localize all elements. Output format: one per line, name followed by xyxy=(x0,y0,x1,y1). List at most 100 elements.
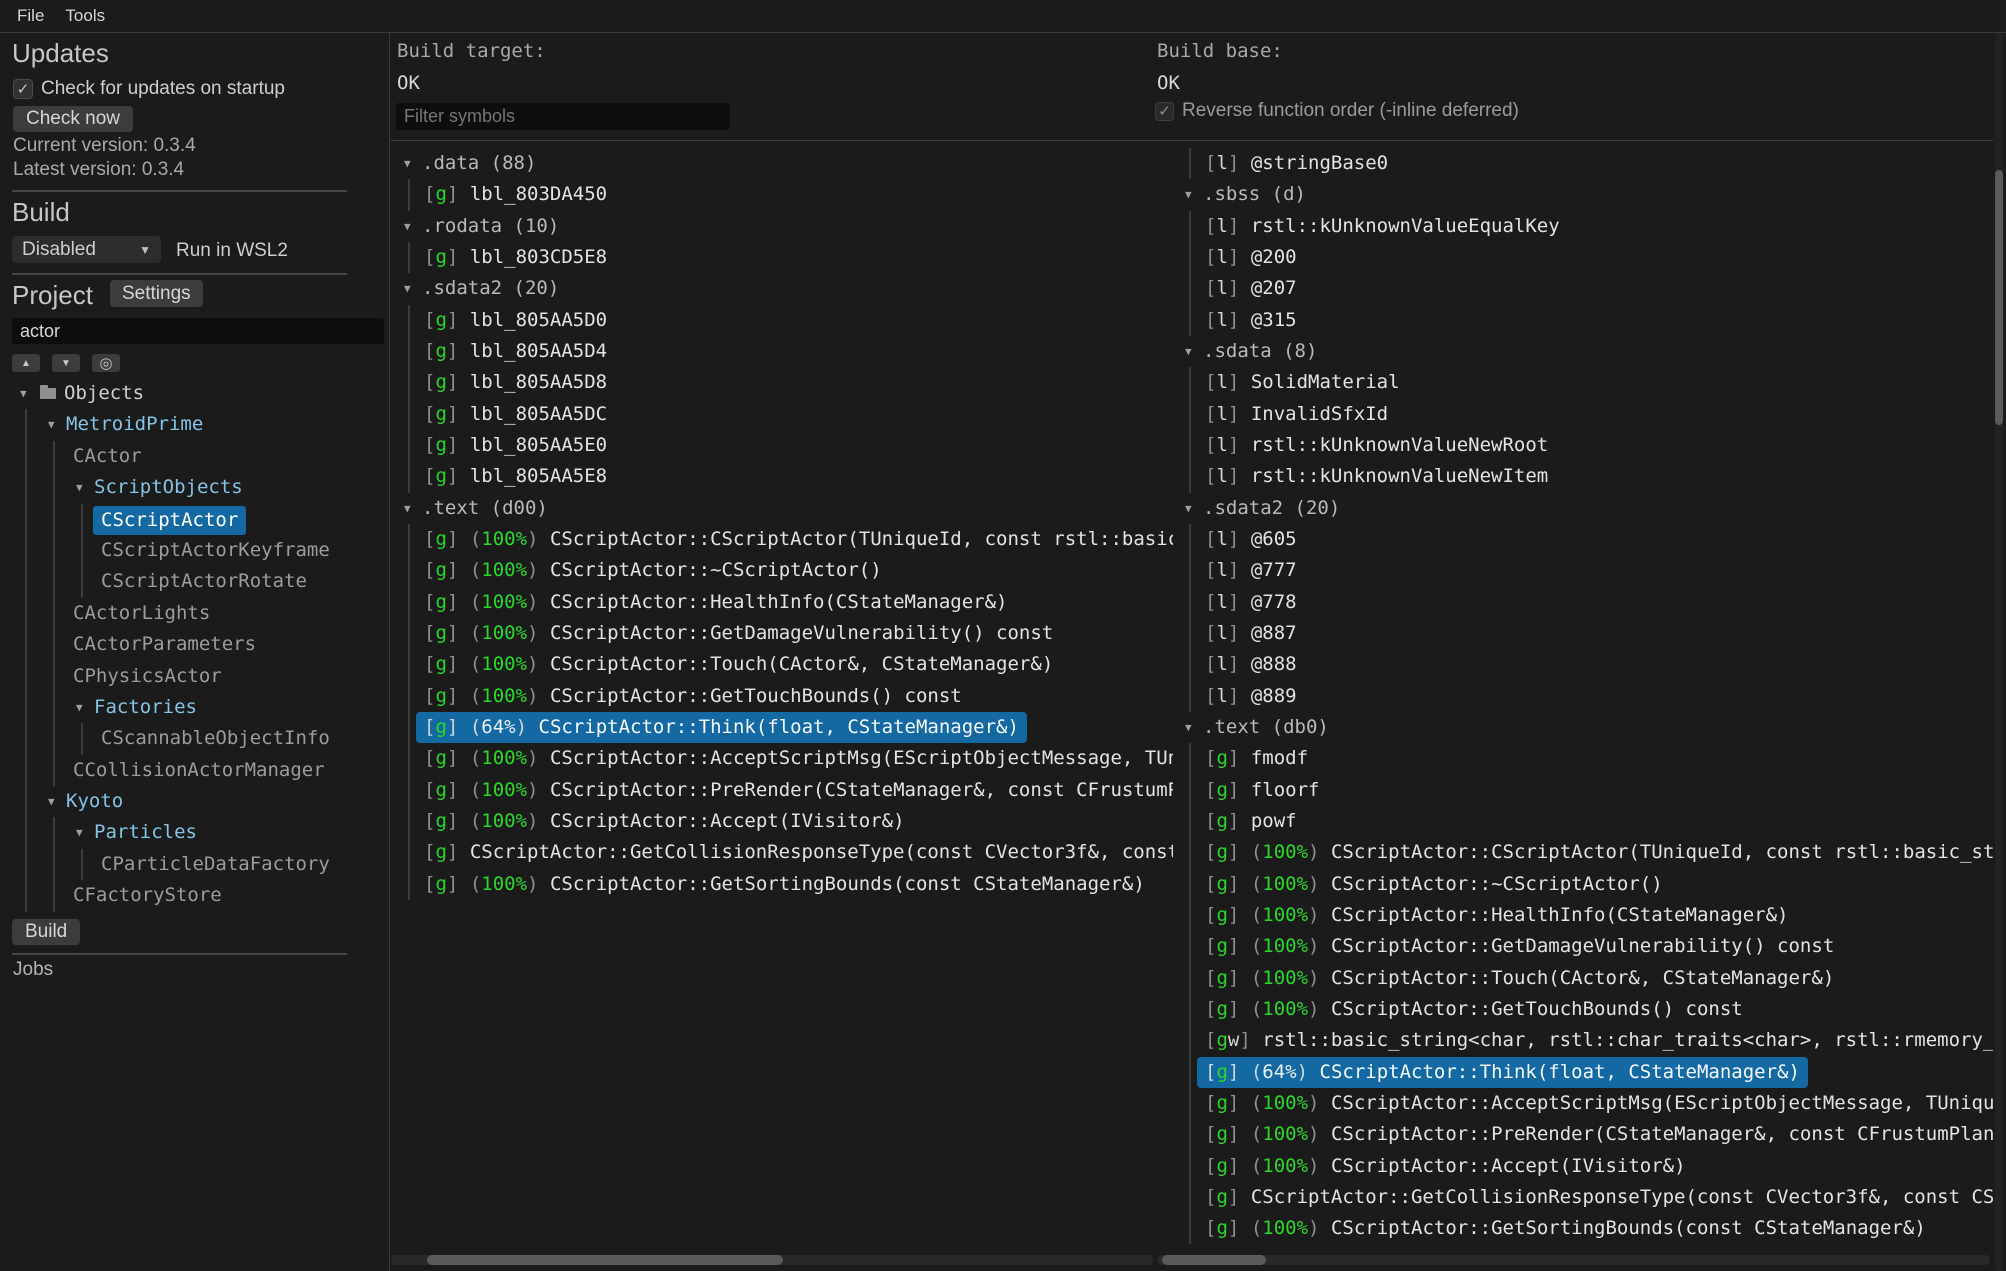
base-h-scrollbar-thumb[interactable] xyxy=(1162,1255,1266,1265)
symbol-row[interactable]: [g] (100%) CScriptActor::HealthInfo(CSta… xyxy=(1172,900,1993,931)
symbol-row[interactable]: [g] (100%) CScriptActor::GetTouchBounds(… xyxy=(1172,994,1993,1025)
symbol-row[interactable]: [g] fmodf xyxy=(1172,743,1993,774)
symbol-row[interactable]: [l] @stringBase0 xyxy=(1172,148,1993,179)
collapse-icon[interactable]: ▼ xyxy=(76,472,83,503)
symbol-row[interactable]: [g] (100%) CScriptActor::AcceptScriptMsg… xyxy=(1172,1088,1993,1119)
tree-row[interactable]: CScriptActorRotate xyxy=(0,566,390,597)
collapse-icon[interactable]: ▼ xyxy=(1185,712,1192,743)
symbol-row[interactable]: [g] (100%) CScriptActor::Accept(IVisitor… xyxy=(1172,1151,1993,1182)
collapse-icon[interactable]: ▼ xyxy=(404,273,411,304)
symbol-row[interactable]: [g] (100%) CScriptActor::HealthInfo(CSta… xyxy=(391,587,1173,618)
tree-row[interactable]: ▼Factories xyxy=(0,692,390,723)
symbol-row[interactable]: [g] (100%) CScriptActor::~CScriptActor() xyxy=(1172,869,1993,900)
collapse-icon[interactable]: ▼ xyxy=(1185,336,1192,367)
symbol-row[interactable]: [l] @888 xyxy=(1172,649,1993,680)
collapse-icon[interactable]: ▼ xyxy=(48,409,55,440)
collapse-icon[interactable]: ▼ xyxy=(1185,493,1192,524)
section-row[interactable]: ▼.text (d00) xyxy=(391,493,1173,524)
tree-row[interactable]: CPhysicsActor xyxy=(0,661,390,692)
symbol-row[interactable]: [gw] rstl::basic_string<char, rstl::char… xyxy=(1172,1025,1993,1056)
section-row[interactable]: ▼.text (db0) xyxy=(1172,712,1993,743)
symbol-row[interactable]: [g] (100%) CScriptActor::PreRender(CStat… xyxy=(391,775,1173,806)
symbol-row[interactable]: [g] lbl_805AA5D4 xyxy=(391,336,1173,367)
search-next-button[interactable]: ▼ xyxy=(52,354,80,372)
base-h-scrollbar-track[interactable] xyxy=(1157,1255,1990,1265)
symbol-row[interactable]: [g] (100%) CScriptActor::GetDamageVulner… xyxy=(1172,931,1993,962)
tree-row[interactable]: CCollisionActorManager xyxy=(0,755,390,786)
symbol-row[interactable]: [l] rstl::kUnknownValueNewRoot xyxy=(1172,430,1993,461)
collapse-icon[interactable]: ▼ xyxy=(1185,179,1192,210)
symbol-row[interactable]: [g] (100%) CScriptActor::CScriptActor(TU… xyxy=(1172,837,1993,868)
project-search-input[interactable] xyxy=(12,318,384,344)
symbol-row[interactable]: [g] (100%) CScriptActor::CScriptActor(TU… xyxy=(391,524,1173,555)
symbol-row[interactable]: [l] InvalidSfxId xyxy=(1172,399,1993,430)
section-row[interactable]: ▼.rodata (10) xyxy=(391,211,1173,242)
section-row[interactable]: ▼.sdata2 (20) xyxy=(1172,493,1993,524)
tree-row[interactable]: CScriptActor xyxy=(0,504,390,535)
symbol-row[interactable]: [g] (100%) CScriptActor::AcceptScriptMsg… xyxy=(391,743,1173,774)
build-button[interactable]: Build xyxy=(12,919,80,945)
tree-row[interactable]: CActor xyxy=(0,441,390,472)
collapse-icon[interactable]: ▼ xyxy=(20,378,27,409)
wsl-label[interactable]: Run in WSL2 xyxy=(176,240,288,262)
symbol-row[interactable]: [g] (64%) CScriptActor::Think(float, CSt… xyxy=(391,712,1173,743)
section-row[interactable]: ▼.sdata (8) xyxy=(1172,336,1993,367)
tree-row[interactable]: CScriptActorKeyframe xyxy=(0,535,390,566)
locate-button[interactable]: ◎ xyxy=(92,354,120,372)
collapse-icon[interactable]: ▼ xyxy=(404,493,411,524)
collapse-icon[interactable]: ▼ xyxy=(48,786,55,817)
symbol-row[interactable]: [l] @605 xyxy=(1172,524,1993,555)
tree-row[interactable]: CParticleDataFactory xyxy=(0,849,390,880)
tree-row[interactable]: ▼ScriptObjects xyxy=(0,472,390,503)
v-scrollbar-thumb[interactable] xyxy=(1995,170,2003,425)
menu-item-tools[interactable]: Tools xyxy=(65,6,105,26)
symbol-row[interactable]: [l] rstl::kUnknownValueNewItem xyxy=(1172,461,1993,492)
tree-row[interactable]: CScannableObjectInfo xyxy=(0,723,390,754)
section-row[interactable]: ▼.data (88) xyxy=(391,148,1173,179)
symbol-row[interactable]: [l] @777 xyxy=(1172,555,1993,586)
symbol-row[interactable]: [g] lbl_805AA5E8 xyxy=(391,461,1173,492)
symbol-row[interactable]: [g] (100%) CScriptActor::GetSortingBound… xyxy=(1172,1213,1993,1244)
symbol-row[interactable]: [g] lbl_803DA450 xyxy=(391,179,1173,210)
tree-row[interactable]: CActorLights xyxy=(0,598,390,629)
symbol-row[interactable]: [g] lbl_805AA5D0 xyxy=(391,305,1173,336)
symbol-row[interactable]: [l] @200 xyxy=(1172,242,1993,273)
collapse-icon[interactable]: ▼ xyxy=(404,211,411,242)
collapse-icon[interactable]: ▼ xyxy=(76,817,83,848)
symbol-row[interactable]: [g] lbl_805AA5DC xyxy=(391,399,1173,430)
symbol-row[interactable]: [g] lbl_805AA5E0 xyxy=(391,430,1173,461)
symbol-row[interactable]: [g] (100%) CScriptActor::GetTouchBounds(… xyxy=(391,681,1173,712)
symbol-row[interactable]: [l] @207 xyxy=(1172,273,1993,304)
symbol-row[interactable]: [g] CScriptActor::GetCollisionResponseTy… xyxy=(391,837,1173,868)
target-h-scrollbar-thumb[interactable] xyxy=(427,1255,783,1265)
symbol-row[interactable]: [g] (64%) CScriptActor::Think(float, CSt… xyxy=(1172,1057,1993,1088)
symbol-row[interactable]: [g] (100%) CScriptActor::Accept(IVisitor… xyxy=(391,806,1173,837)
symbol-row[interactable]: [g] powf xyxy=(1172,806,1993,837)
symbol-row[interactable]: [g] CScriptActor::GetCollisionResponseTy… xyxy=(1172,1182,1993,1213)
tree-row[interactable]: ▼MetroidPrime xyxy=(0,409,390,440)
settings-button[interactable]: Settings xyxy=(110,280,203,307)
symbol-row[interactable]: [l] @887 xyxy=(1172,618,1993,649)
tree-row[interactable]: ▼Kyoto xyxy=(0,786,390,817)
search-prev-button[interactable]: ▲ xyxy=(12,354,40,372)
symbol-row[interactable]: [l] @315 xyxy=(1172,305,1993,336)
menu-item-file[interactable]: File xyxy=(17,6,44,26)
symbol-row[interactable]: [g] (100%) CScriptActor::~CScriptActor() xyxy=(391,555,1173,586)
symbol-row[interactable]: [l] @889 xyxy=(1172,681,1993,712)
symbol-row[interactable]: [g] (100%) CScriptActor::GetSortingBound… xyxy=(391,869,1173,900)
tree-row[interactable]: CFactoryStore xyxy=(0,880,390,911)
section-row[interactable]: ▼.sdata2 (20) xyxy=(391,273,1173,304)
symbol-row[interactable]: [g] (100%) CScriptActor::Touch(CActor&, … xyxy=(1172,963,1993,994)
symbol-row[interactable]: [g] floorf xyxy=(1172,775,1993,806)
tree-row[interactable]: ▼Particles xyxy=(0,817,390,848)
symbol-row[interactable]: [g] (100%) CScriptActor::Touch(CActor&, … xyxy=(391,649,1173,680)
tree-row[interactable]: CActorParameters xyxy=(0,629,390,660)
symbol-filter-input[interactable] xyxy=(396,103,730,130)
collapse-icon[interactable]: ▼ xyxy=(76,692,83,723)
symbol-row[interactable]: [g] lbl_805AA5D8 xyxy=(391,367,1173,398)
symbol-row[interactable]: [l] rstl::kUnknownValueEqualKey xyxy=(1172,211,1993,242)
build-mode-dropdown[interactable]: Disabled ▼ xyxy=(12,236,161,263)
symbol-row[interactable]: [g] (100%) CScriptActor::GetDamageVulner… xyxy=(391,618,1173,649)
symbol-row[interactable]: [g] (100%) CScriptActor::PreRender(CStat… xyxy=(1172,1119,1993,1150)
symbol-row[interactable]: [g] lbl_803CD5E8 xyxy=(391,242,1173,273)
